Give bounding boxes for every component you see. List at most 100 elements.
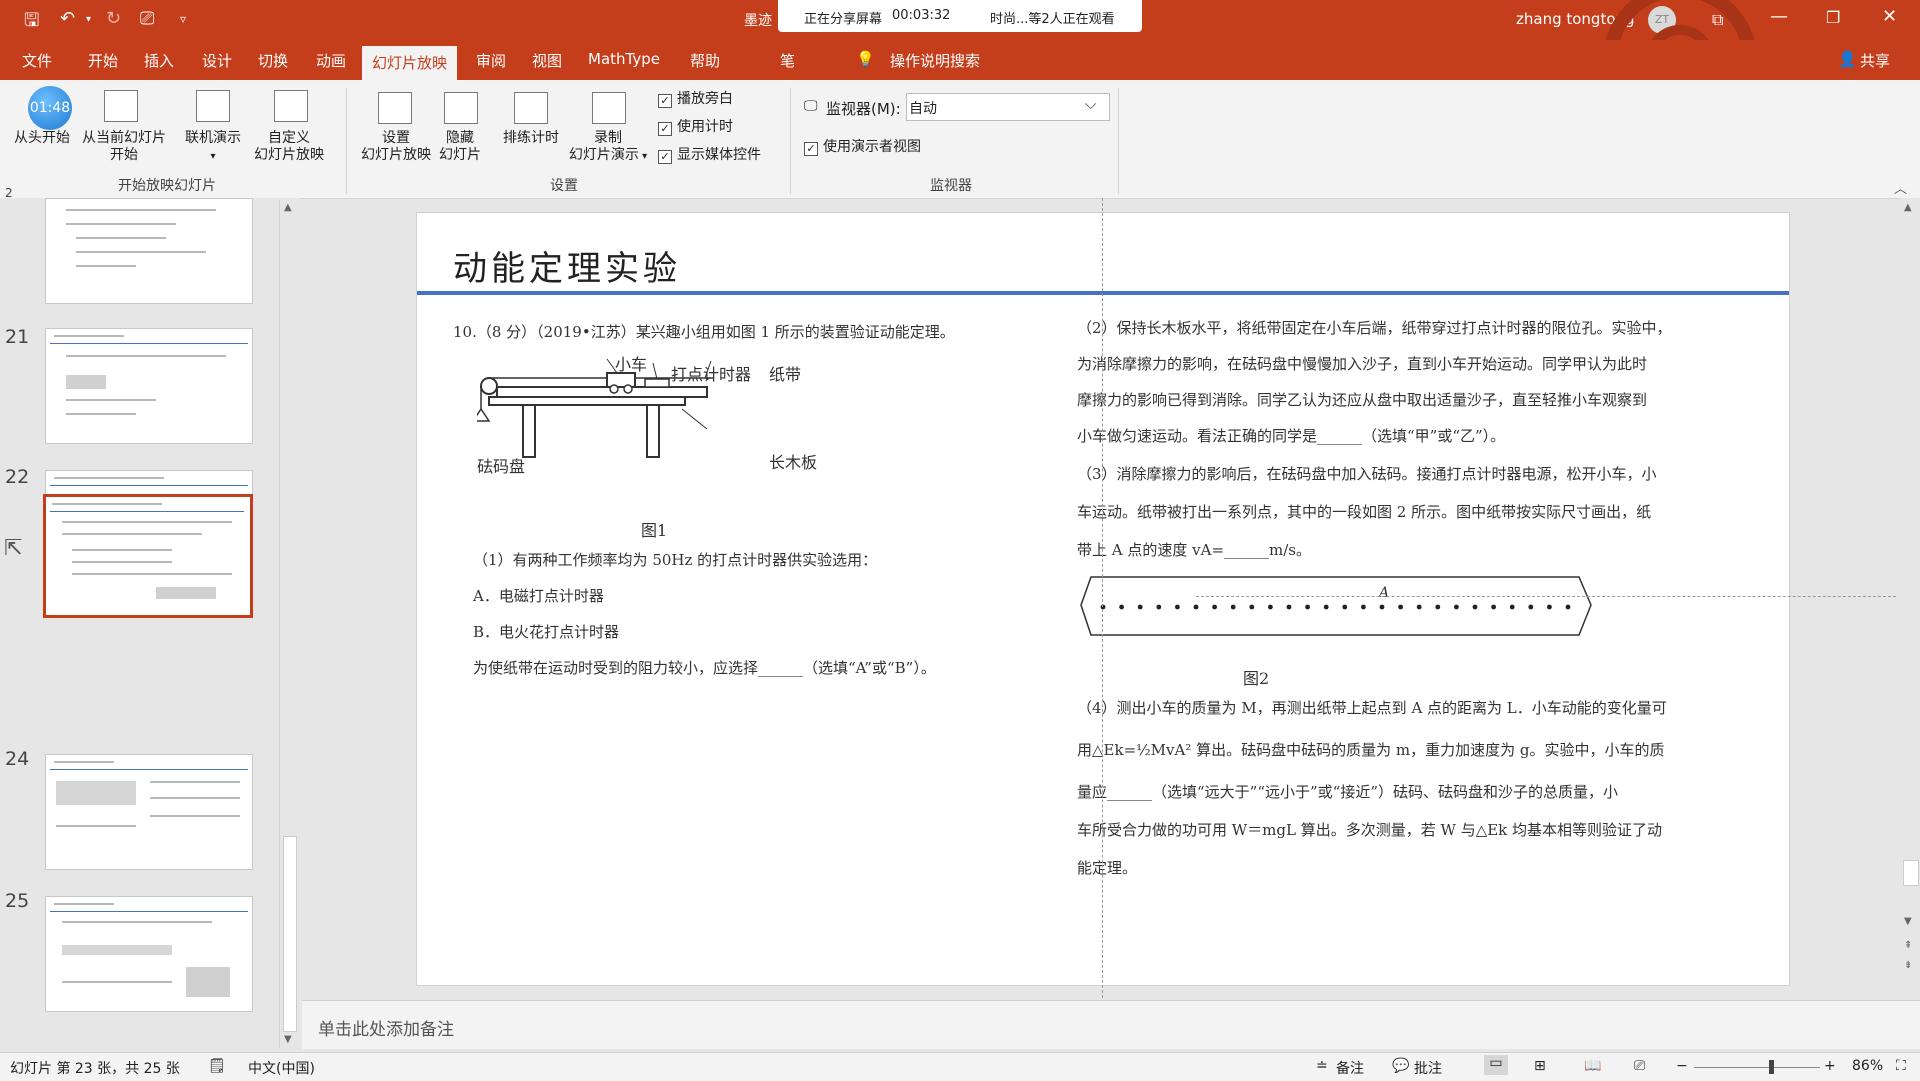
tape-dot (1398, 604, 1403, 610)
share-button[interactable]: 共享 (1860, 50, 1890, 71)
person-icon: 👤 (1838, 50, 1857, 68)
tape-dot (1212, 604, 1217, 610)
reading-view-icon[interactable]: 📖 (1584, 1058, 1601, 1074)
slide-canvas[interactable]: 动能定理实验 10.（8 分）（2019•江苏）某兴趣小组用如图 1 所示的装置… (416, 212, 1790, 986)
viewer-count[interactable]: 时尚...等2人正在观看 (990, 8, 1115, 27)
redo-icon[interactable]: ↻ (106, 8, 121, 29)
customize-toolbar-icon[interactable]: ▿ (180, 12, 186, 26)
slide-sorter-icon[interactable]: ⊞ (1534, 1058, 1546, 1074)
rehearse-timings-button[interactable]: 排练计时 (496, 130, 566, 147)
scrollbar-thumb[interactable] (1903, 860, 1919, 886)
question2-line4: 小车做匀速运动。看法正确的同学是______（选填“甲”或“乙”）。 (1077, 427, 1506, 445)
thumb-content-line (62, 521, 232, 523)
slide-thumbnail[interactable] (45, 896, 253, 1012)
hide-slide-button[interactable]: 隐藏 幻灯片 (432, 130, 488, 164)
tab-transitions[interactable]: 切换 (258, 50, 288, 71)
notes-placeholder[interactable]: 单击此处添加备注 (318, 1015, 454, 1040)
zoom-in-icon[interactable]: + (1824, 1058, 1836, 1074)
chevron-down-icon[interactable]: ⌵ (1085, 95, 1096, 113)
save-icon[interactable]: 🖫 (24, 8, 39, 38)
thumb-content-line (62, 981, 172, 983)
thumb-content-line (76, 265, 136, 267)
tab-insert[interactable]: 插入 (144, 50, 174, 71)
slide-thumbnail[interactable] (45, 470, 253, 496)
close-icon[interactable]: ✕ (1882, 6, 1897, 27)
tab-view[interactable]: 视图 (532, 50, 562, 71)
play-narrations-label: 播放旁白 (677, 91, 733, 107)
tab-mathtype[interactable]: MathType (588, 50, 660, 68)
thumb-title-line (52, 503, 162, 505)
tab-pen[interactable]: 笔 (780, 50, 795, 71)
slide-title[interactable]: 动能定理实验 (453, 241, 681, 290)
collapse-ribbon-icon[interactable]: ︿ (1894, 178, 1907, 197)
tab-review[interactable]: 审阅 (476, 50, 506, 71)
zoom-slider-track[interactable] (1694, 1067, 1820, 1068)
online-present-button[interactable]: 联机演示 ▾ (178, 130, 248, 165)
start-slideshow-icon[interactable]: ⎚ (140, 8, 154, 29)
tape-dot (1230, 604, 1236, 610)
accessibility-icon[interactable]: 🗒 (208, 1058, 226, 1074)
notes-pane[interactable]: 单击此处添加备注 (302, 1000, 1920, 1049)
language-indicator[interactable]: 中文(中国) (248, 1058, 315, 1078)
question-intro: 10.（8 分）（2019•江苏）某兴趣小组用如图 1 所示的装置验证动能定理。 (453, 323, 955, 341)
tab-slideshow[interactable]: 幻灯片放映 (362, 46, 458, 80)
tab-home[interactable]: 开始 (88, 50, 118, 71)
tab-animations[interactable]: 动画 (316, 50, 346, 71)
slide-thumbnail[interactable] (45, 754, 253, 870)
from-beginning-button[interactable]: 从头开始 (10, 130, 74, 147)
normal-view-icon[interactable]: ▭ (1484, 1055, 1508, 1075)
slide-thumbnail[interactable] (45, 198, 253, 304)
tab-help[interactable]: 帮助 (690, 50, 720, 71)
tape-dot (1268, 604, 1273, 610)
monitor-select[interactable]: 自动 ⌵ (906, 93, 1110, 121)
from-current-button[interactable]: 从当前幻灯片 开始 (76, 130, 172, 164)
slideshow-view-icon[interactable]: ⎚ (1634, 1058, 1645, 1074)
scroll-up-icon[interactable]: ▲ (1904, 202, 1912, 213)
custom-label-2: 幻灯片放映 (254, 147, 324, 163)
scroll-down-icon[interactable]: ▼ (284, 1034, 292, 1045)
ribbon-panel: 01:48 从头开始 从当前幻灯片 开始 联机演示 ▾ 自定义 幻灯片放映 开始放映幻… (0, 80, 1920, 199)
zoom-slider-thumb[interactable] (1769, 1060, 1775, 1074)
record-label-2: 幻灯片演示 (568, 147, 639, 163)
thumb-title-line (54, 477, 164, 479)
comments-button[interactable]: 批注 (1414, 1058, 1442, 1078)
scroll-down-icon[interactable]: ▼ (1904, 916, 1912, 927)
zoom-out-icon[interactable]: − (1676, 1058, 1688, 1074)
scrollbar-thumb[interactable] (283, 836, 297, 1032)
thumb-content-line (56, 825, 136, 827)
thumbnail-scrollbar[interactable]: ▲ ▼ (279, 200, 298, 1048)
record-label-1: 录制 (594, 130, 622, 146)
thumb-content-line (66, 209, 216, 211)
show-media-controls-checkbox[interactable]: ✓ 显示媒体控件 (658, 144, 761, 164)
zoom-level[interactable]: 86% (1852, 1058, 1883, 1074)
thumb-figure (56, 781, 136, 805)
thumb-rule (50, 911, 248, 912)
fig1-label-timer: 打点计时器 (671, 365, 752, 384)
thumb-content-line (76, 251, 206, 253)
question3-line3: 带上 A 点的速度 vA=______m/s。 (1077, 541, 1311, 559)
notes-button[interactable]: 备注 (1336, 1058, 1364, 1078)
group-separator (346, 88, 347, 194)
previous-slide-icon[interactable]: ⇞ (1904, 940, 1912, 951)
fig1-label-weight: 砝码盘 (477, 457, 526, 476)
play-narrations-checkbox[interactable]: ✓ 播放旁白 (658, 88, 733, 108)
undo-dropdown-icon[interactable]: ▾ (86, 14, 91, 25)
slide-scrollbar[interactable]: ▲ ▼ ⇞ ⇟ (1900, 198, 1920, 998)
thumb-content-line (66, 355, 226, 357)
slide-thumbnail-selected[interactable] (43, 494, 253, 618)
use-timings-checkbox[interactable]: ✓ 使用计时 (658, 116, 733, 136)
fit-to-window-icon[interactable]: ⛶ (1896, 1058, 1906, 1074)
search-tell-me[interactable]: 操作说明搜索 (890, 50, 980, 71)
fig1-label-tape: 纸带 (769, 365, 802, 384)
share-status: 正在分享屏幕 (804, 12, 883, 27)
scroll-up-icon[interactable]: ▲ (284, 202, 292, 213)
tab-file[interactable]: 文件 (22, 50, 52, 71)
record-slideshow-button[interactable]: 录制 幻灯片演示 ▾ (562, 130, 654, 165)
custom-slideshow-button[interactable]: 自定义 幻灯片放映 (246, 130, 332, 164)
slide-thumbnail[interactable] (45, 328, 253, 444)
next-slide-icon[interactable]: ⇟ (1904, 960, 1912, 971)
undo-icon[interactable]: ↶ (60, 8, 75, 29)
tab-design[interactable]: 设计 (202, 50, 232, 71)
setup-slideshow-button[interactable]: 设置 幻灯片放映 (354, 130, 438, 164)
presenter-view-checkbox[interactable]: ✓ 使用演示者视图 (804, 136, 921, 156)
